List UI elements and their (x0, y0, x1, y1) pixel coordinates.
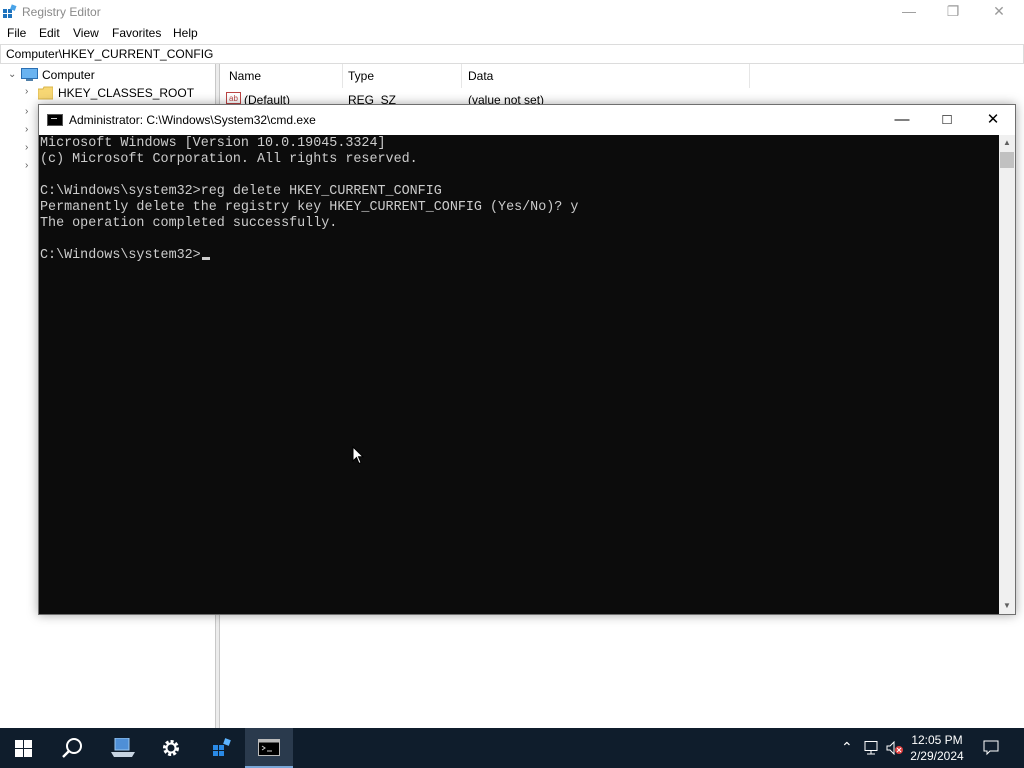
settings-gear-icon (163, 740, 179, 756)
menu-favorites[interactable]: Favorites (112, 26, 161, 40)
taskbar-cmd-button[interactable] (245, 728, 293, 768)
notification-icon (983, 740, 999, 756)
cmd-maximize-button[interactable]: □ (924, 105, 970, 135)
console-line: C:\Windows\system32>reg delete HKEY_CURR… (40, 184, 442, 199)
chevron-right-icon[interactable]: › (25, 124, 28, 135)
taskbar-regedit-button[interactable] (197, 728, 245, 768)
console-line: The operation completed successfully. (40, 216, 338, 231)
network-icon (864, 741, 878, 755)
scrollbar-thumb[interactable] (1000, 152, 1014, 168)
chevron-right-icon[interactable]: › (25, 142, 28, 153)
cmd-titlebar[interactable]: Administrator: C:\Windows\System32\cmd.e… (39, 105, 1015, 135)
scroll-up-arrow-icon[interactable]: ▲ (999, 135, 1015, 151)
column-header-data[interactable]: Data (468, 69, 493, 83)
chevron-down-icon[interactable]: ⌄ (8, 69, 16, 80)
regedit-menubar: File Edit View Favorites Help (0, 23, 1024, 42)
tree-item-computer[interactable]: ⌄ Computer (0, 66, 215, 84)
chevron-up-icon: ⌃ (841, 739, 853, 755)
cmd-title: Administrator: C:\Windows\System32\cmd.e… (69, 113, 316, 127)
string-value-icon: ab (226, 92, 241, 104)
menu-edit[interactable]: Edit (39, 26, 60, 40)
mouse-pointer-icon (352, 446, 364, 465)
scroll-down-arrow-icon[interactable]: ▼ (999, 598, 1015, 614)
console-line: (c) Microsoft Corporation. All rights re… (40, 152, 418, 167)
taskbar-settings-button[interactable] (147, 728, 195, 768)
chevron-right-icon[interactable]: › (25, 160, 28, 171)
console-line: Permanently delete the registry key HKEY… (40, 200, 579, 215)
taskbar: ⌃ 12:05 PM 2/29/2024 (0, 728, 1024, 768)
regedit-restore-button[interactable]: ❐ (930, 0, 976, 22)
column-divider[interactable] (749, 64, 750, 88)
column-divider[interactable] (342, 64, 343, 88)
network-tray-button[interactable] (860, 728, 882, 768)
regedit-title: Registry Editor (22, 5, 101, 19)
address-path: Computer\HKEY_CURRENT_CONFIG (6, 47, 214, 61)
clock-time: 12:05 PM (911, 733, 963, 747)
column-divider[interactable] (461, 64, 462, 88)
windows-start-icon (15, 740, 32, 757)
cmd-window: Administrator: C:\Windows\System32\cmd.e… (38, 104, 1016, 615)
tree-label-hkey-classes-root: HKEY_CLASSES_ROOT (58, 86, 195, 100)
search-icon (62, 738, 82, 758)
computer-icon (21, 68, 38, 81)
menu-view[interactable]: View (73, 26, 99, 40)
text-cursor (201, 257, 210, 260)
chevron-right-icon[interactable]: › (25, 86, 28, 97)
console-output[interactable]: Microsoft Windows [Version 10.0.19045.33… (39, 135, 999, 614)
folder-icon (38, 86, 53, 100)
command-prompt-icon (47, 114, 63, 126)
taskbar-clock[interactable]: 12:05 PM 2/29/2024 (905, 732, 969, 764)
taskbar-server-manager-button[interactable] (99, 728, 147, 768)
console-prompt-line[interactable]: C:\Windows\system32> (40, 248, 210, 264)
address-bar[interactable]: Computer\HKEY_CURRENT_CONFIG (0, 44, 1024, 64)
cmd-close-button[interactable]: ✕ (970, 105, 1016, 135)
volume-muted-icon (886, 741, 903, 755)
show-hidden-icons-button[interactable]: ⌃ (838, 728, 858, 768)
clock-date: 2/29/2024 (910, 749, 964, 763)
start-button[interactable] (0, 728, 48, 768)
registry-editor-icon (213, 738, 231, 756)
network-computer-icon (111, 738, 135, 757)
cmd-minimize-button[interactable]: — (879, 105, 925, 135)
action-center-button[interactable] (976, 728, 1006, 768)
menu-help[interactable]: Help (173, 26, 198, 40)
registry-editor-icon (3, 4, 17, 18)
regedit-titlebar[interactable]: Registry Editor — ❐ ✕ (0, 0, 1024, 22)
chevron-right-icon[interactable]: › (25, 106, 28, 117)
console-prompt: C:\Windows\system32> (40, 248, 201, 263)
command-prompt-icon (258, 739, 280, 756)
column-header-type[interactable]: Type (348, 69, 374, 83)
column-header-name[interactable]: Name (229, 69, 261, 83)
console-line: Microsoft Windows [Version 10.0.19045.33… (40, 136, 386, 151)
volume-tray-button[interactable] (884, 728, 906, 768)
regedit-minimize-button[interactable]: — (886, 0, 932, 22)
menu-file[interactable]: File (7, 26, 26, 40)
vertical-scrollbar[interactable]: ▲ ▼ (999, 135, 1015, 614)
tree-item-hkey-classes-root[interactable]: › HKEY_CLASSES_ROOT (0, 84, 215, 102)
tree-label-computer: Computer (42, 68, 95, 82)
regedit-close-button[interactable]: ✕ (976, 0, 1022, 22)
taskbar-search-button[interactable] (48, 728, 96, 768)
